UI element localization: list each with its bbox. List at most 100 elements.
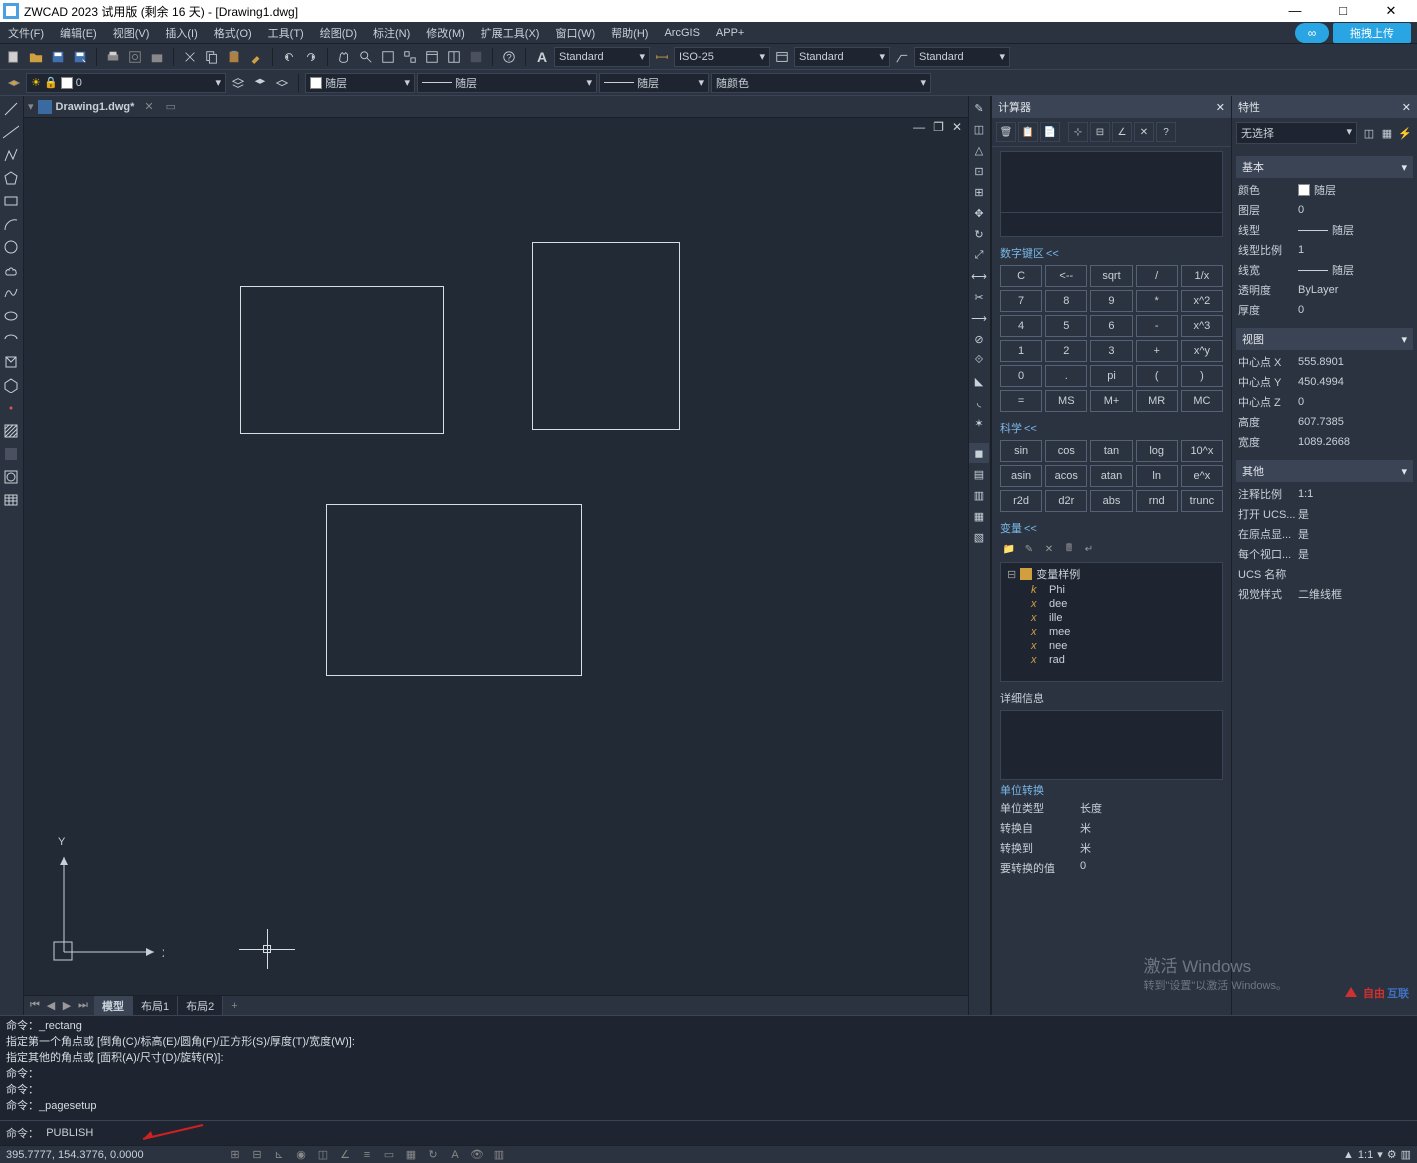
undo-icon[interactable] xyxy=(279,47,299,67)
calc-key-6[interactable]: 6 xyxy=(1090,315,1132,337)
tab-nav-first-icon[interactable]: ⏮ xyxy=(28,999,42,1012)
unit-row[interactable]: 要转换的值0 xyxy=(1000,858,1223,878)
color-tool-icon[interactable]: ◼ xyxy=(969,443,989,463)
calc-key-r2d[interactable]: r2d xyxy=(1000,490,1042,512)
save-icon[interactable] xyxy=(48,47,68,67)
circle-icon[interactable] xyxy=(0,236,22,258)
scale-icon[interactable]: ⤢ xyxy=(969,245,989,265)
tab-nav-next-icon[interactable]: ▶ xyxy=(60,999,74,1012)
polar-icon[interactable]: ◉ xyxy=(292,1147,310,1163)
calc-expression[interactable] xyxy=(1001,152,1222,212)
menu-dimension[interactable]: 标注(N) xyxy=(365,23,418,43)
spline-icon[interactable] xyxy=(0,282,22,304)
menu-window[interactable]: 窗口(W) xyxy=(547,23,603,43)
status-more-icon[interactable]: ▥ xyxy=(1401,1148,1411,1161)
monitor-icon[interactable]: ▥ xyxy=(490,1147,508,1163)
calc-key-3[interactable]: 3 xyxy=(1090,340,1132,362)
tab-nav-last-icon[interactable]: ⏭ xyxy=(76,999,90,1012)
selectobj-icon[interactable]: ▦ xyxy=(1379,125,1395,141)
calc-key-7[interactable]: 7 xyxy=(1000,290,1042,312)
calc-key-tan[interactable]: tan xyxy=(1090,440,1132,462)
layer-icon3[interactable] xyxy=(250,73,270,93)
saveas-icon[interactable] xyxy=(70,47,90,67)
offset-icon[interactable]: ⊡ xyxy=(969,161,989,181)
command-history[interactable]: 命令：_rectang指定第一个角点或 [倒角(C)/标高(E)/圆角(F)/正… xyxy=(0,1016,1417,1120)
calc-key-sin[interactable]: sin xyxy=(1000,440,1042,462)
calc-key-MC[interactable]: MC xyxy=(1181,390,1223,412)
lineweight-select[interactable]: 随层▾ xyxy=(599,73,709,93)
erase-icon[interactable]: ✎ xyxy=(969,98,989,118)
calc-getdist-icon[interactable]: ⊟ xyxy=(1090,122,1110,142)
calc-paste-icon[interactable]: 📄 xyxy=(1040,122,1060,142)
dimstyle-select[interactable]: ISO-25▾ xyxy=(674,47,770,67)
toolpalettes-icon[interactable] xyxy=(466,47,486,67)
calc-key-2[interactable]: 2 xyxy=(1045,340,1087,362)
var-edit-icon[interactable]: ✎ xyxy=(1020,540,1038,558)
variable-Phi[interactable]: kPhi xyxy=(1003,583,1220,597)
cycle-icon[interactable]: ↻ xyxy=(424,1147,442,1163)
pline-icon[interactable] xyxy=(0,144,22,166)
unit-convert-header[interactable]: 单位转换 xyxy=(1000,782,1223,798)
layer-icon2[interactable] xyxy=(228,73,248,93)
calc-key-[interactable]: + xyxy=(1136,340,1178,362)
layout1-tab[interactable]: 布局1 xyxy=(133,996,178,1016)
calc-key-abs[interactable]: abs xyxy=(1090,490,1132,512)
move-icon[interactable]: ✥ xyxy=(969,203,989,223)
revcloud-icon[interactable] xyxy=(0,259,22,281)
calc-key-[interactable]: / xyxy=(1136,265,1178,287)
variable-mee[interactable]: xmee xyxy=(1003,625,1220,639)
xline-icon[interactable] xyxy=(0,121,22,143)
point-icon[interactable] xyxy=(0,397,22,419)
menu-help[interactable]: 帮助(H) xyxy=(603,23,656,43)
ellipse-icon[interactable] xyxy=(0,305,22,327)
calc-key-[interactable]: ) xyxy=(1181,365,1223,387)
annovisible-icon[interactable]: 👁 xyxy=(468,1147,486,1163)
calc-key-[interactable]: ( xyxy=(1136,365,1178,387)
tablestyle-select[interactable]: Standard▾ xyxy=(794,47,890,67)
calc-key-0[interactable]: 0 xyxy=(1000,365,1042,387)
linetype-select[interactable]: 随层▾ xyxy=(417,73,597,93)
calc-clear-icon[interactable]: 🗑 xyxy=(996,122,1016,142)
add-layout-icon[interactable]: + xyxy=(223,998,245,1014)
designcenter-icon[interactable] xyxy=(444,47,464,67)
help-icon[interactable]: ? xyxy=(499,47,519,67)
stretch-icon[interactable]: ⟷ xyxy=(969,266,989,286)
drawing-canvas[interactable]: ▾ Drawing1.dwg* ✕ ▭ — ❐ ✕ X Y xyxy=(24,96,969,1015)
tab-chevron-icon[interactable]: ▾ xyxy=(28,100,34,113)
prop-row[interactable]: 厚度0 xyxy=(1232,300,1417,320)
layer-tool2-icon[interactable]: ▥ xyxy=(969,485,989,505)
variable-dee[interactable]: xdee xyxy=(1003,597,1220,611)
active-doc-tab[interactable]: Drawing1.dwg* xyxy=(56,101,135,113)
menu-draw[interactable]: 绘图(D) xyxy=(312,23,365,43)
layer-tool1-icon[interactable]: ▤ xyxy=(969,464,989,484)
copy-icon[interactable] xyxy=(202,47,222,67)
menu-edit[interactable]: 编辑(E) xyxy=(52,23,105,43)
calc-key-[interactable]: * xyxy=(1136,290,1178,312)
calc-key-5[interactable]: 5 xyxy=(1045,315,1087,337)
redo-icon[interactable] xyxy=(301,47,321,67)
menu-insert[interactable]: 插入(I) xyxy=(157,23,205,43)
ortho-icon[interactable]: ⊾ xyxy=(270,1147,288,1163)
makeblock-icon[interactable] xyxy=(0,374,22,396)
props-icon[interactable] xyxy=(422,47,442,67)
calc-key-pi[interactable]: pi xyxy=(1090,365,1132,387)
menu-arcgis[interactable]: ArcGIS xyxy=(656,25,707,41)
numpad-header[interactable]: 数字键区 xyxy=(1000,245,1223,261)
calc-key-[interactable]: = xyxy=(1000,390,1042,412)
calc-key-acos[interactable]: acos xyxy=(1045,465,1087,487)
layer-select[interactable]: ☀ 🔒 0▾ xyxy=(26,73,226,93)
calc-key-C[interactable]: C xyxy=(1000,265,1042,287)
explode-icon[interactable]: ✶ xyxy=(969,413,989,433)
calc-key-x3[interactable]: x^3 xyxy=(1181,315,1223,337)
cut-icon[interactable] xyxy=(180,47,200,67)
calc-key-atan[interactable]: atan xyxy=(1090,465,1132,487)
otrack-icon[interactable]: ∠ xyxy=(336,1147,354,1163)
minimize-button[interactable]: — xyxy=(1280,3,1310,19)
command-window[interactable]: 命令：_rectang指定第一个角点或 [倒角(C)/标高(E)/圆角(F)/正… xyxy=(0,1015,1417,1145)
calc-key-rnd[interactable]: rnd xyxy=(1136,490,1178,512)
calc-getangle-icon[interactable]: ∠ xyxy=(1112,122,1132,142)
var-calc-icon[interactable]: 🖩 xyxy=(1060,540,1078,558)
command-input[interactable]: PUBLISH xyxy=(46,1127,93,1139)
calc-key-[interactable]: . xyxy=(1045,365,1087,387)
calc-key-asin[interactable]: asin xyxy=(1000,465,1042,487)
